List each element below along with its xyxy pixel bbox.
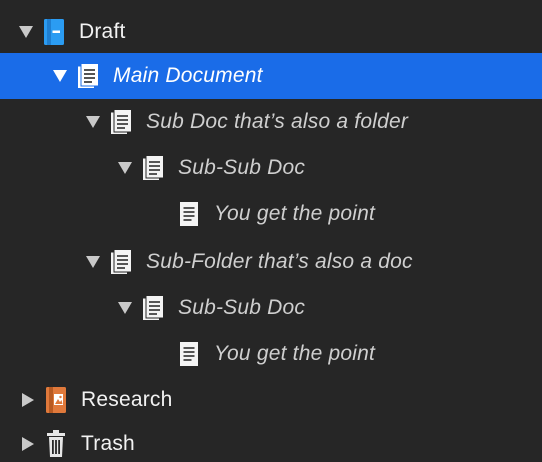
document-stack-icon [110, 249, 132, 275]
disclosure-expanded-icon[interactable] [86, 115, 100, 129]
binder-item-sub-sub-doc[interactable]: Sub-Sub Doc [0, 285, 542, 331]
document-stack-icon [142, 295, 164, 321]
binder-item-label: Research [81, 388, 173, 411]
document-stack-icon [110, 109, 132, 135]
binder-item-label: Main Document [113, 64, 263, 87]
binder-item-draft[interactable]: Draft [0, 9, 542, 55]
document-icon [178, 341, 200, 367]
draft-folder-icon [43, 19, 65, 45]
binder-item-leaf-doc[interactable]: You get the point [0, 331, 542, 377]
disclosure-expanded-icon[interactable] [86, 255, 100, 269]
binder-item-label: Sub-Sub Doc [178, 296, 306, 319]
binder-item-label: Sub-Folder that’s also a doc [146, 250, 413, 273]
binder-item-label: Sub-Sub Doc [178, 156, 306, 179]
binder-item-label: You get the point [214, 342, 376, 365]
research-folder-icon [45, 387, 67, 413]
document-icon [178, 201, 200, 227]
disclosure-expanded-icon[interactable] [118, 161, 132, 175]
disclosure-collapsed-icon[interactable] [21, 437, 35, 451]
binder-item-label: Trash [81, 432, 135, 455]
binder-item-leaf-doc[interactable]: You get the point [0, 191, 542, 237]
binder-item-label: Sub Doc that’s also a folder [146, 110, 409, 133]
document-stack-icon [77, 63, 99, 89]
document-stack-icon [142, 155, 164, 181]
binder-outline: Draft Main Document Sub Doc that’s also … [0, 0, 542, 462]
binder-item-label: Draft [79, 20, 126, 43]
binder-item-sub-sub-doc[interactable]: Sub-Sub Doc [0, 145, 542, 191]
disclosure-expanded-icon[interactable] [19, 25, 33, 39]
binder-item-main-document[interactable]: Main Document [0, 53, 542, 99]
disclosure-collapsed-icon[interactable] [21, 393, 35, 407]
binder-item-sub-folder-doc[interactable]: Sub-Folder that’s also a doc [0, 239, 542, 285]
disclosure-expanded-icon[interactable] [118, 301, 132, 315]
binder-item-trash[interactable]: Trash [0, 421, 542, 462]
disclosure-expanded-icon[interactable] [53, 69, 67, 83]
binder-item-label: You get the point [214, 202, 376, 225]
binder-item-research[interactable]: Research [0, 377, 542, 423]
binder-item-sub-doc-folder[interactable]: Sub Doc that’s also a folder [0, 99, 542, 145]
trash-icon [45, 430, 67, 457]
